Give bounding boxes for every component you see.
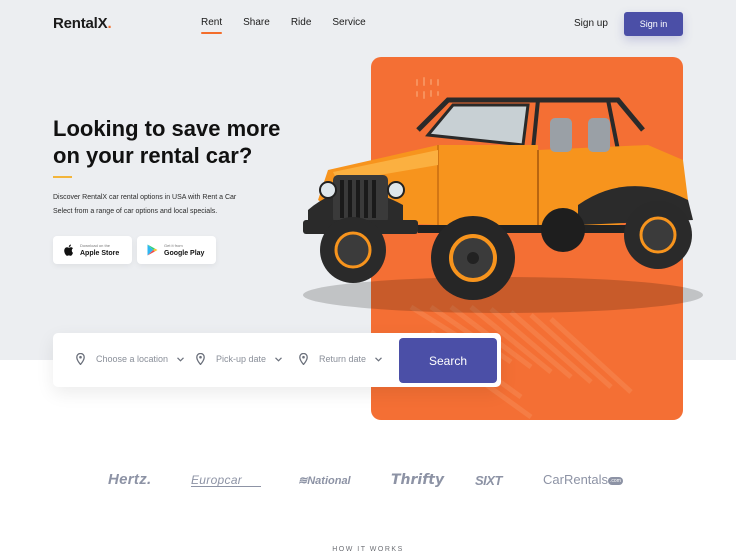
store-text: Download on the Apple Store xyxy=(80,243,119,258)
search-bar: Choose a location Pick-up date Return da… xyxy=(53,333,501,387)
nav-item-service[interactable]: Service xyxy=(332,17,365,28)
search-button[interactable]: Search xyxy=(399,338,497,383)
chevron-down-icon xyxy=(177,356,184,362)
europcar-underline xyxy=(191,486,261,487)
main-nav: Rent Share Ride Service xyxy=(201,17,387,34)
logo[interactable]: RentalX. xyxy=(53,15,112,32)
nav-item-share[interactable]: Share xyxy=(243,17,270,28)
store-text: Get it from Google Play xyxy=(164,243,204,258)
hero-headline: Looking to save more on your rental car? xyxy=(53,116,281,168)
location-select[interactable]: Choose a location xyxy=(76,353,184,365)
hero-description: Discover RentalX car rental options in U… xyxy=(53,191,283,219)
brand-logo-hertz: Hertz. xyxy=(108,471,152,488)
section-title: HOW IT WORKS xyxy=(332,546,404,553)
hero-description-line: Discover RentalX car rental options in U… xyxy=(53,194,237,201)
logo-text: RentalX xyxy=(53,15,108,32)
return-date-select[interactable]: Return date xyxy=(299,353,382,365)
brand-logo-national: ≋National xyxy=(298,474,351,487)
brand-logo-thrifty: Thrifty xyxy=(391,472,445,488)
nav-item-rent[interactable]: Rent xyxy=(201,17,223,34)
chevron-down-icon xyxy=(375,356,382,362)
location-pin-icon xyxy=(299,353,308,365)
hero-description-line: Select from a range of car options and l… xyxy=(53,208,218,215)
apple-icon xyxy=(62,244,74,256)
location-placeholder: Choose a location xyxy=(96,354,169,364)
logo-dot: . xyxy=(107,15,112,32)
brand-logo-sixt: SIXT xyxy=(475,473,502,488)
pickup-date-select[interactable]: Pick-up date xyxy=(196,353,282,365)
store-name: Apple Store xyxy=(80,249,120,257)
chevron-down-icon xyxy=(275,356,282,362)
brand-logo-carrentals: CarRentals .com xyxy=(543,472,623,487)
brand-name: CarRentals xyxy=(543,472,609,487)
headline-accent-divider xyxy=(53,176,72,178)
location-pin-icon xyxy=(76,353,85,365)
brand-suffix: .com xyxy=(608,476,623,485)
play-store-icon xyxy=(146,244,158,256)
store-name: Google Play xyxy=(164,249,205,257)
brand-logo-europcar: Europcar xyxy=(191,473,243,487)
nav-item-ride[interactable]: Ride xyxy=(291,17,312,28)
jeep-illustration xyxy=(303,97,703,313)
google-play-button[interactable]: Get it from Google Play xyxy=(137,236,216,264)
return-date-placeholder: Return date xyxy=(319,354,367,364)
sign-in-button[interactable]: Sign in xyxy=(624,12,683,36)
national-wave-icon: ≋ xyxy=(298,475,308,487)
location-pin-icon xyxy=(196,353,205,365)
pickup-date-placeholder: Pick-up date xyxy=(216,354,267,364)
brand-name: National xyxy=(307,475,351,487)
sign-up-link[interactable]: Sign up xyxy=(574,18,608,29)
apple-store-button[interactable]: Download on the Apple Store xyxy=(53,236,132,264)
